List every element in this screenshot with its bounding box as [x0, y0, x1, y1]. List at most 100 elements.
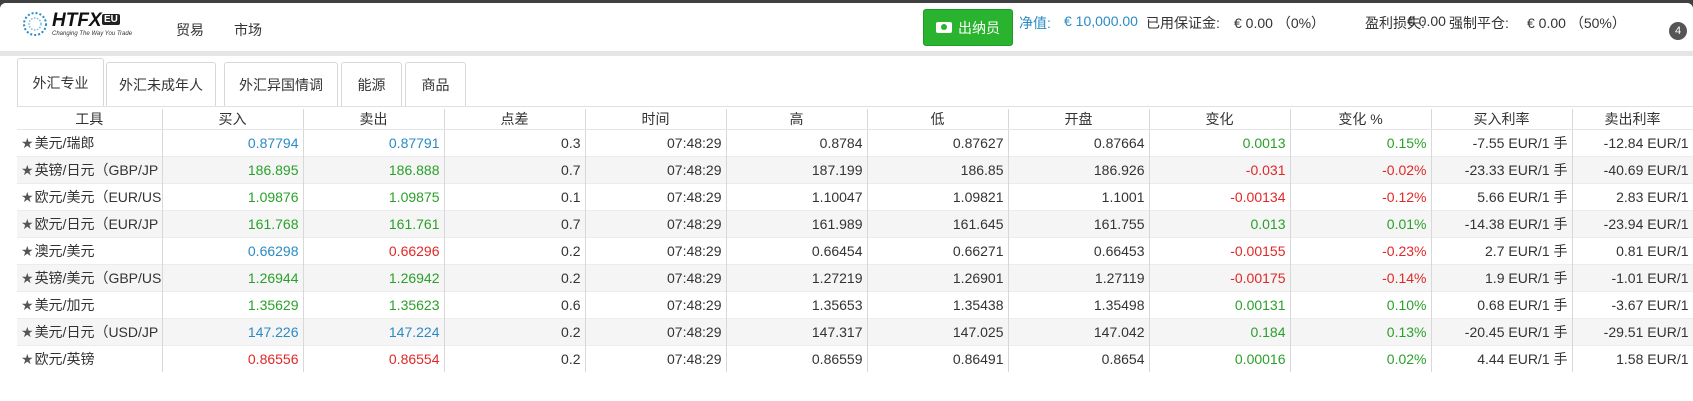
stopout-value: € 0.00 （50%） [1527, 15, 1626, 31]
ask-cell[interactable]: 0.87791 [303, 129, 445, 157]
col-sell-rate-header[interactable]: 卖出利率 [1572, 109, 1693, 130]
ask-cell[interactable]: 1.26942 [303, 264, 445, 292]
instrument-name: 美元/加元 [34, 297, 95, 313]
col-change-pct-header[interactable]: 变化 % [1290, 109, 1432, 130]
table-row[interactable]: ★英镑/美元（GBP/US 1.26944 1.26942 0.2 07:48:29 1.… [17, 264, 1693, 292]
col-low-header[interactable]: 低 [867, 109, 1009, 130]
tab-commodities[interactable]: 商品 [405, 62, 466, 106]
col-open-header[interactable]: 开盘 [1008, 109, 1150, 130]
notification-badge[interactable]: 4 [1669, 22, 1687, 40]
favorite-star-icon[interactable]: ★ [21, 324, 34, 340]
col-buy-rate-header[interactable]: 买入利率 [1431, 109, 1573, 130]
favorite-star-icon[interactable]: ★ [21, 189, 34, 205]
table-row[interactable]: ★美元/加元 1.35629 1.35623 0.6 07:48:29 1.35653 1.… [17, 291, 1693, 319]
change-pct-cell: 0.15% [1290, 129, 1432, 157]
change-cell: -0.031 [1149, 156, 1291, 184]
bid-cell[interactable]: 1.35629 [162, 291, 304, 319]
col-ask-header[interactable]: 卖出 [303, 109, 445, 130]
tab-forex-pro[interactable]: 外汇专业 [17, 58, 104, 106]
spread-cell: 0.2 [444, 318, 586, 346]
open-cell: 147.042 [1008, 318, 1150, 346]
instrument-name: 美元/日元（USD/JP [34, 324, 159, 340]
time-cell: 07:48:29 [585, 291, 727, 319]
time-cell: 07:48:29 [585, 237, 727, 265]
margin-label: 已用保证金: [1146, 15, 1220, 31]
instrument-name: 英镑/日元（GBP/JP [34, 162, 159, 178]
favorite-star-icon[interactable]: ★ [21, 297, 34, 313]
instrument-cell: ★欧元/日元（EUR/JP [17, 210, 163, 238]
table-row[interactable]: ★欧元/日元（EUR/JP 161.768 161.761 0.7 07:48:29 16… [17, 210, 1693, 238]
ask-cell[interactable]: 0.86554 [303, 345, 445, 372]
spread-cell: 0.2 [444, 264, 586, 292]
instrument-cell: ★美元/瑞郎 [17, 129, 163, 157]
change-pct-cell: -0.14% [1290, 264, 1432, 292]
buy-rate-cell: 4.44 EUR/1 手 [1431, 345, 1573, 372]
change-pct-cell: 0.13% [1290, 318, 1432, 346]
col-time-header[interactable]: 时间 [585, 109, 727, 130]
change-pct-cell: 0.01% [1290, 210, 1432, 238]
cash-icon [936, 22, 952, 33]
tab-energy[interactable]: 能源 [341, 62, 402, 106]
tab-forex-minors[interactable]: 外汇未成年人 [106, 62, 216, 106]
bid-cell[interactable]: 186.895 [162, 156, 304, 184]
tab-forex-exotics[interactable]: 外汇异国情调 [224, 62, 338, 106]
change-cell: -0.00155 [1149, 237, 1291, 265]
favorite-star-icon[interactable]: ★ [21, 351, 34, 367]
open-cell: 0.87664 [1008, 129, 1150, 157]
tabs-divider [17, 106, 1693, 107]
ask-cell[interactable]: 147.224 [303, 318, 445, 346]
favorite-star-icon[interactable]: ★ [21, 243, 34, 259]
col-change-header[interactable]: 变化 [1149, 109, 1291, 130]
ask-cell[interactable]: 186.888 [303, 156, 445, 184]
table-row[interactable]: ★澳元/美元 0.66298 0.66296 0.2 07:48:29 0.66454 0.… [17, 237, 1693, 265]
quotes-table: 工具 买入 卖出 点差 时间高低开盘 变化 变化 % 买入利率 卖出利率 ★美元/瑞郎 0.877… [17, 109, 1693, 372]
favorite-star-icon[interactable]: ★ [21, 270, 34, 286]
table-row[interactable]: ★英镑/日元（GBP/JP 186.895 186.888 0.7 07:48:29 18… [17, 156, 1693, 184]
col-spread-header[interactable]: 点差 [444, 109, 586, 130]
table-row[interactable]: ★美元/日元（USD/JP 147.226 147.224 0.2 07:48:29 14… [17, 318, 1693, 346]
sell-rate-cell: -40.69 EUR/1 [1572, 156, 1693, 184]
ask-cell[interactable]: 1.09875 [303, 183, 445, 211]
table-row[interactable]: ★欧元/英镑 0.86556 0.86554 0.2 07:48:29 0.86559 0.… [17, 345, 1693, 372]
high-cell: 0.8784 [726, 129, 868, 157]
bid-cell[interactable]: 1.09876 [162, 183, 304, 211]
bid-cell[interactable]: 0.87794 [162, 129, 304, 157]
nav-market[interactable]: 市场 [234, 20, 262, 40]
high-cell: 0.86559 [726, 345, 868, 372]
ask-cell[interactable]: 1.35623 [303, 291, 445, 319]
open-cell: 1.1001 [1008, 183, 1150, 211]
table-row[interactable]: ★美元/瑞郎 0.87794 0.87791 0.3 07:48:29 0.8784 0.8… [17, 129, 1693, 157]
cashier-button[interactable]: 出纳员 [923, 9, 1013, 46]
instrument-name: 美元/瑞郎 [34, 135, 95, 151]
favorite-star-icon[interactable]: ★ [21, 162, 34, 178]
low-cell: 147.025 [867, 318, 1009, 346]
htfx-logo[interactable]: HTFX EU Changing The Way You Trade [22, 10, 142, 41]
stopout-label: 强制平仓: [1449, 15, 1509, 31]
instrument-cell: ★欧元/美元（EUR/US [17, 183, 163, 211]
favorite-star-icon[interactable]: ★ [21, 135, 34, 151]
ask-cell[interactable]: 161.761 [303, 210, 445, 238]
buy-rate-cell: -20.45 EUR/1 手 [1431, 318, 1573, 346]
spread-cell: 0.6 [444, 291, 586, 319]
ask-cell[interactable]: 0.66296 [303, 237, 445, 265]
buy-rate-cell: 2.7 EUR/1 手 [1431, 237, 1573, 265]
bid-cell[interactable]: 1.26944 [162, 264, 304, 292]
bid-cell[interactable]: 161.768 [162, 210, 304, 238]
buy-rate-cell: 1.9 EUR/1 手 [1431, 264, 1573, 292]
open-cell: 161.755 [1008, 210, 1150, 238]
sell-rate-cell: 1.58 EUR/1 [1572, 345, 1693, 372]
instrument-cell: ★英镑/美元（GBP/US [17, 264, 163, 292]
low-cell: 0.86491 [867, 345, 1009, 372]
col-bid-header[interactable]: 买入 [162, 109, 304, 130]
col-instrument-header[interactable]: 工具 [17, 109, 163, 130]
col-high-header[interactable]: 高 [726, 109, 868, 130]
header-divider [0, 51, 1693, 56]
table-row[interactable]: ★欧元/美元（EUR/US 1.09876 1.09875 0.1 07:48:29 1.… [17, 183, 1693, 211]
bid-cell[interactable]: 0.66298 [162, 237, 304, 265]
nav-trade[interactable]: 贸易 [176, 20, 204, 40]
logo-badge: EU [102, 14, 120, 25]
favorite-star-icon[interactable]: ★ [21, 216, 34, 232]
bid-cell[interactable]: 147.226 [162, 318, 304, 346]
bid-cell[interactable]: 0.86556 [162, 345, 304, 372]
buy-rate-cell: 5.66 EUR/1 手 [1431, 183, 1573, 211]
